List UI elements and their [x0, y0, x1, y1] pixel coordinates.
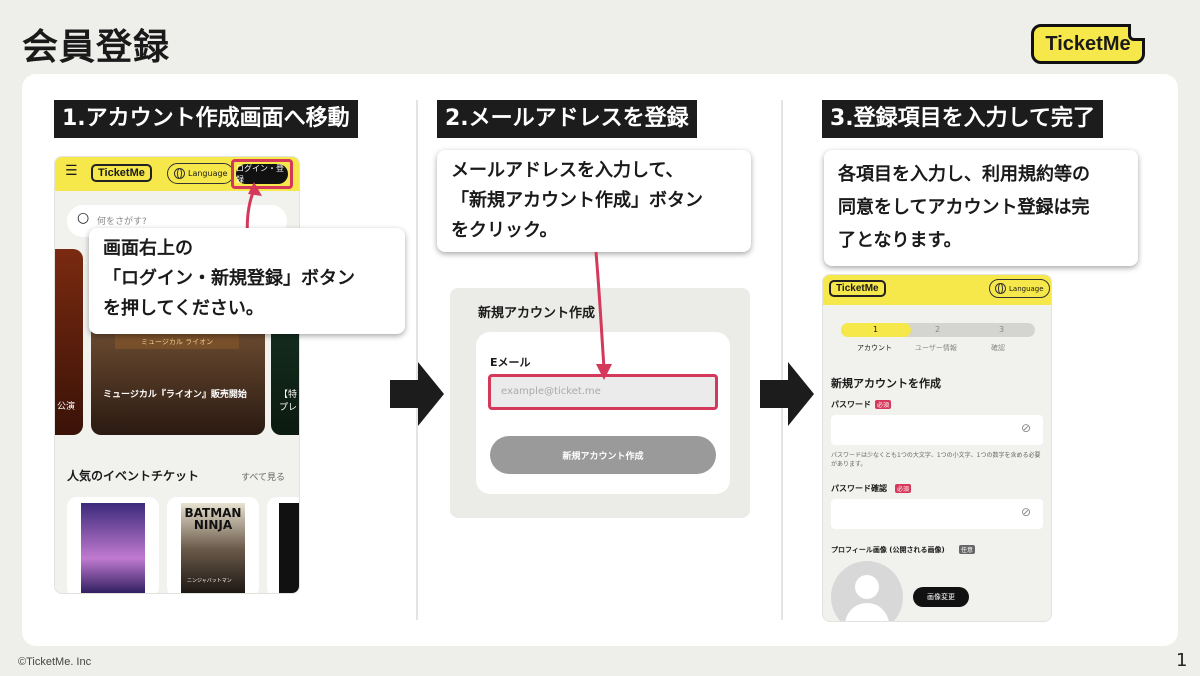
step-label: 確認 [991, 344, 1005, 352]
form-title: 新規アカウント作成 [478, 306, 596, 321]
callout-line: を押してください。 [103, 298, 264, 319]
language-label: Language [1009, 284, 1044, 293]
callout-line: 「ログイン・新規登録」ボタン [103, 268, 355, 289]
step2-callout: メールアドレスを入力して、 「新規アカウント作成」ボタン をクリック。 [437, 150, 751, 252]
callout-line: 了となります。 [838, 230, 962, 251]
brand-logo-text: TicketMe [1045, 32, 1131, 55]
callout-line: 同意をしてアカウント登録は完 [838, 197, 1090, 218]
copyright: ©TicketMe. Inc [18, 656, 92, 668]
banner-left[interactable]: 公演 [55, 249, 83, 435]
step-label: ユーザー情報 [915, 344, 957, 352]
language-button[interactable]: Language [989, 279, 1050, 298]
step3-heading: 3.登録項目を入力して完了 [822, 100, 1104, 138]
event-poster-subtitle: ニンジャバットマン [187, 578, 232, 584]
callout-line: メールアドレスを入力して、 [451, 160, 684, 181]
banner-right-caption: 【特 プレ [279, 390, 298, 413]
step2-heading: 2.メールアドレスを登録 [437, 100, 697, 138]
step3-phone-screenshot: TicketMe Language 1 2 3 アカウント ユーザー情報 確認 … [822, 274, 1052, 622]
progress-bar: 1 2 3 [841, 323, 1035, 337]
eye-off-icon[interactable]: ⊘ [1021, 505, 1031, 519]
eye-off-icon[interactable]: ⊘ [1021, 421, 1031, 435]
step-number: 1 [873, 325, 879, 334]
password-label: パスワード [831, 400, 871, 409]
required-badge: 必須 [875, 400, 892, 409]
login-register-button[interactable]: ログイン・登録 [236, 164, 288, 184]
app-header: TicketMe Language [823, 275, 1051, 305]
globe-icon [174, 168, 185, 179]
next-step-arrow [390, 362, 444, 426]
step1-callout: 画面右上の 「ログイン・新規登録」ボタン を押してください。 [89, 228, 405, 334]
step3-callout: 各項目を入力し、利用規約等の 同意をしてアカウント登録は完 了となります。 [824, 150, 1138, 266]
email-label: Eメール [490, 356, 531, 369]
banner-center-caption: ミュージカル『ライオン』販売開始 [103, 390, 247, 400]
poster-text: ミュージカル ライオン [141, 338, 214, 346]
page-number: 1 [1176, 650, 1188, 671]
step-label: アカウント [857, 344, 892, 352]
next-step-arrow [760, 362, 814, 426]
event-poster-title: BATMAN NINJA [184, 506, 242, 532]
avatar-head [855, 575, 879, 599]
event-poster-image [279, 503, 299, 593]
language-label: Language [188, 169, 228, 178]
avatar [831, 561, 903, 621]
globe-icon [995, 283, 1006, 294]
step1-heading: 1.アカウント作成画面へ移動 [54, 100, 358, 138]
callout-line: 各項目を入力し、利用規約等の [838, 164, 1090, 185]
callout-line: 「新規アカウント作成」ボタン [451, 190, 703, 211]
email-placeholder: example@ticket.me [501, 386, 601, 397]
menu-icon[interactable]: ☰ [65, 163, 78, 179]
password-field[interactable]: ⊘ [831, 415, 1043, 445]
column-divider [781, 100, 783, 620]
password-hint: パスワードは少なくとも1つの大文字、1つの小文字、1つの数字を含める必要がありま… [831, 452, 1041, 468]
banner-left-caption: 公演 [57, 402, 76, 412]
search-icon: ○ [77, 210, 90, 226]
optional-badge: 任意 [959, 545, 976, 554]
create-account-button[interactable]: 新規アカウント作成 [490, 436, 716, 474]
language-button[interactable]: Language [167, 163, 235, 184]
section-title: 人気のイベントチケット [67, 469, 200, 483]
event-card[interactable] [67, 497, 159, 593]
column-divider [416, 100, 418, 620]
confirm-password-label: パスワード確認 [831, 484, 887, 493]
step-number: 2 [935, 325, 941, 334]
event-card[interactable]: BATMAN NINJA ニンジャバットマン [167, 497, 259, 593]
app-logo[interactable]: TicketMe [829, 280, 886, 297]
required-badge: 必須 [895, 484, 912, 493]
see-all-link[interactable]: すべて見る [241, 470, 285, 483]
page-title: 会員登録 [22, 27, 171, 68]
step-number: 3 [999, 325, 1005, 334]
confirm-password-field[interactable]: ⊘ [831, 499, 1043, 529]
callout-line: 画面右上の [103, 238, 193, 259]
callout-line: をクリック。 [451, 220, 558, 241]
avatar-body [845, 603, 889, 621]
form-title: 新規アカウントを作成 [831, 377, 941, 390]
event-poster-image [81, 503, 145, 593]
search-placeholder: 何をさがす? [97, 217, 147, 227]
change-image-button[interactable]: 画像変更 [913, 587, 969, 607]
event-card[interactable] [267, 497, 299, 593]
brand-logo: TicketMe [1031, 24, 1145, 64]
pointer-arrow [594, 251, 612, 380]
app-logo[interactable]: TicketMe [91, 164, 152, 182]
profile-image-label: プロフィール画像 (公開される画像) [831, 546, 945, 554]
